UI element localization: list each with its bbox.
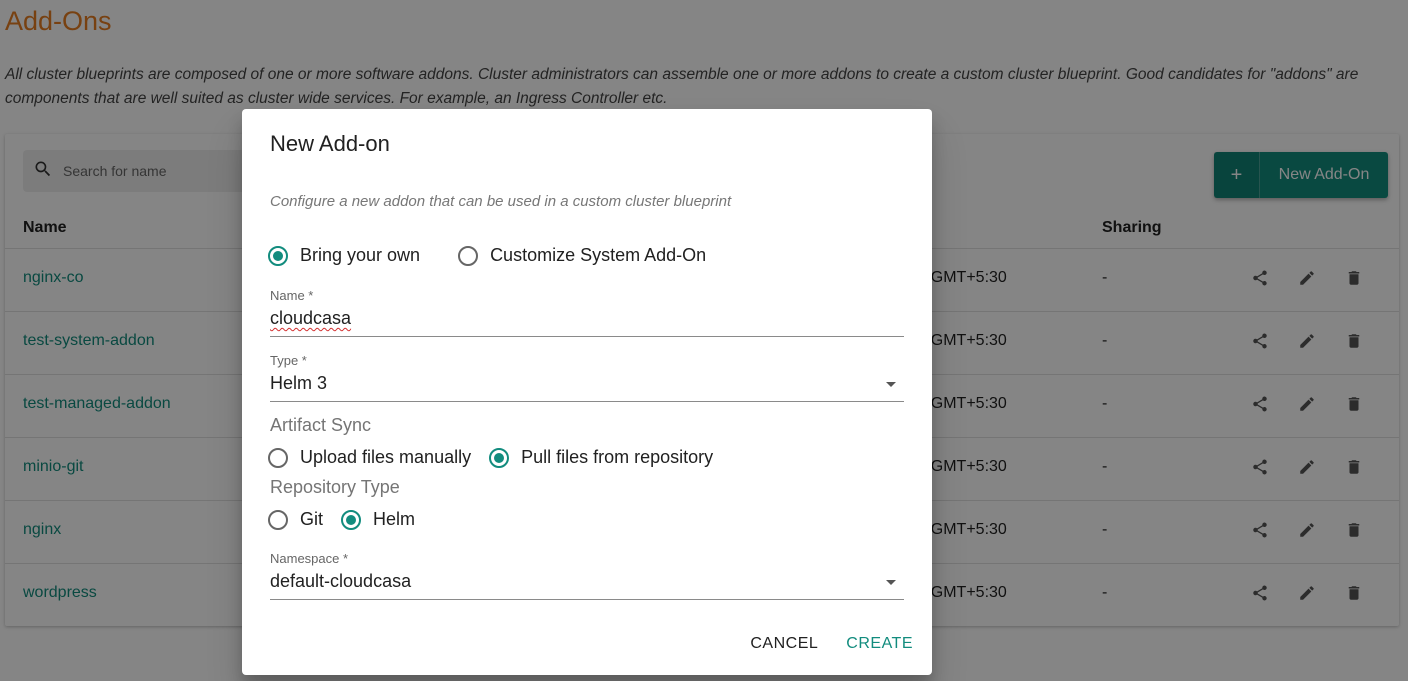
cancel-button[interactable]: CANCEL [750,635,818,653]
radio-label: Helm [373,509,416,529]
dialog-actions: CANCEL CREATE [750,635,913,653]
type-value: Helm 3 [270,373,328,393]
radio-unchecked-icon [268,509,288,530]
dropdown-arrow-icon [886,580,896,585]
name-field-label: Name * [270,288,314,303]
new-addon-dialog: New Add-on Configure a new addon that ca… [242,109,932,675]
artifact-sync-radio-group: Upload files manually Pull files from re… [268,447,737,468]
radio-checked-icon [489,447,510,468]
radio-label: Git [300,509,324,529]
name-input[interactable]: cloudcasa [270,308,904,336]
radio-customize-system-addon[interactable]: Customize System Add-On [458,245,706,266]
radio-checked-icon [268,245,288,266]
radio-helm[interactable]: Helm [341,509,415,530]
radio-unchecked-icon [268,447,288,468]
repository-type-radio-group: Git Helm [268,509,439,530]
namespace-value: default-cloudcasa [270,571,412,591]
radio-bring-your-own[interactable]: Bring your own [268,245,420,266]
create-button[interactable]: CREATE [846,635,913,653]
radio-unchecked-icon [458,245,479,266]
type-select[interactable]: Type * Helm 3 [270,353,904,402]
radio-label: Bring your own [300,245,421,265]
dialog-subtitle: Configure a new addon that can be used i… [270,193,732,210]
radio-git[interactable]: Git [268,509,323,530]
radio-label: Customize System Add-On [490,245,707,265]
name-field[interactable]: Name * cloudcasa [270,288,904,337]
radio-label: Pull files from repository [521,447,714,467]
name-value: cloudcasa [270,308,352,328]
type-field-label: Type * [270,353,307,368]
radio-label: Upload files manually [300,447,472,467]
namespace-field-label: Namespace * [270,551,349,566]
addon-source-radio-group: Bring your own Customize System Add-On [268,245,730,266]
artifact-sync-label: Artifact Sync [270,415,372,435]
dropdown-arrow-icon [886,382,896,387]
radio-checked-icon [341,509,362,530]
repository-type-label: Repository Type [270,477,400,497]
namespace-select[interactable]: Namespace * default-cloudcasa [270,551,904,600]
radio-pull-files-from-repository[interactable]: Pull files from repository [489,447,713,468]
dialog-title: New Add-on [270,131,390,156]
radio-upload-files-manually[interactable]: Upload files manually [268,447,471,468]
